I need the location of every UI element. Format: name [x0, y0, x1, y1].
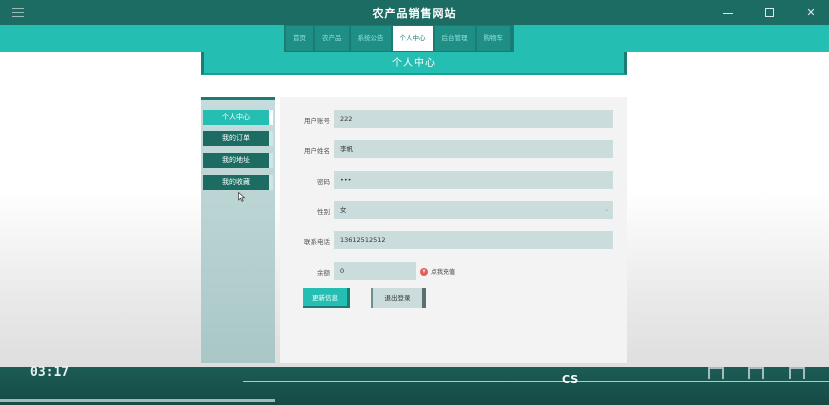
- nav-tabs: 首页 农产品 系统公告 个人中心 后台管理 购物车: [284, 25, 514, 52]
- sidebar-item-orders[interactable]: 我的订单: [203, 131, 273, 146]
- minimize-icon: [723, 13, 733, 14]
- phone-row: 联系电话 13612512512: [280, 228, 627, 252]
- account-row: 用户账号 222: [280, 107, 627, 131]
- chevron-down-icon: ⌄: [603, 206, 609, 213]
- profile-form: 用户账号 222 用户姓名 李帆 密码 ••• 性别 女 ⌄ 联系电话 1361…: [280, 97, 627, 363]
- recharge-label: 点我充值: [431, 269, 456, 276]
- balance-label: 余额: [317, 269, 330, 277]
- account-field[interactable]: 222: [334, 110, 613, 128]
- nav-item-personal-center[interactable]: 个人中心: [392, 26, 433, 51]
- close-button[interactable]: ✕: [804, 6, 818, 20]
- password-field[interactable]: •••: [334, 171, 613, 189]
- nav-bar: 首页 农产品 系统公告 个人中心 后台管理 购物车: [0, 25, 829, 52]
- password-label: 密码: [317, 178, 330, 186]
- balance-field[interactable]: 0: [334, 262, 416, 280]
- nav-item-products[interactable]: 农产品: [315, 26, 349, 51]
- sidebar-item-addresses[interactable]: 我的地址: [203, 153, 273, 168]
- screen-icon[interactable]: [708, 367, 724, 379]
- minimize-button[interactable]: [721, 6, 735, 20]
- window-icon[interactable]: [748, 367, 764, 379]
- recharge-icon: ¥: [420, 267, 428, 276]
- update-info-button[interactable]: 更新信息: [303, 288, 350, 308]
- sidebar-item-favorites[interactable]: 我的收藏: [203, 175, 273, 190]
- title-bar: 农产品销售网站 ✕: [0, 0, 829, 25]
- watermark-text: CS: [562, 373, 579, 386]
- video-progress-fill: [0, 399, 275, 402]
- account-label: 用户账号: [304, 117, 330, 125]
- nav-item-announcements[interactable]: 系统公告: [350, 26, 391, 51]
- fullscreen-icon[interactable]: [789, 367, 805, 379]
- page-title: 个人中心: [201, 52, 627, 75]
- logout-button[interactable]: 退出登录: [371, 288, 426, 308]
- gender-label: 性别: [317, 208, 330, 216]
- name-label: 用户姓名: [304, 147, 330, 155]
- video-timestamp: 03:17: [30, 365, 70, 380]
- phone-field[interactable]: 13612512512: [334, 231, 613, 249]
- video-progress-track[interactable]: [243, 381, 829, 382]
- sidebar-item-personal-center[interactable]: 个人中心: [203, 110, 273, 125]
- gender-row: 性别 女 ⌄: [280, 198, 627, 222]
- maximize-button[interactable]: [763, 6, 777, 20]
- balance-row: 余额 0 ¥ 点我充值: [280, 259, 627, 283]
- sidebar: 个人中心 我的订单 我的地址 我的收藏: [201, 97, 275, 363]
- maximize-icon: [765, 8, 774, 17]
- nav-item-cart[interactable]: 购物车: [476, 26, 510, 51]
- window-title: 农产品销售网站: [372, 7, 457, 20]
- phone-label: 联系电话: [304, 238, 330, 246]
- mouse-cursor-icon: [238, 192, 246, 202]
- name-field[interactable]: 李帆: [334, 140, 613, 158]
- recharge-link[interactable]: ¥ 点我充值: [420, 267, 455, 276]
- name-row: 用户姓名 李帆: [280, 137, 627, 161]
- nav-item-home[interactable]: 首页: [286, 26, 313, 51]
- gender-select-value: 女: [340, 206, 347, 214]
- gender-select[interactable]: 女 ⌄: [334, 201, 613, 219]
- password-row: 密码 •••: [280, 168, 627, 192]
- nav-item-admin[interactable]: 后台管理: [434, 26, 475, 51]
